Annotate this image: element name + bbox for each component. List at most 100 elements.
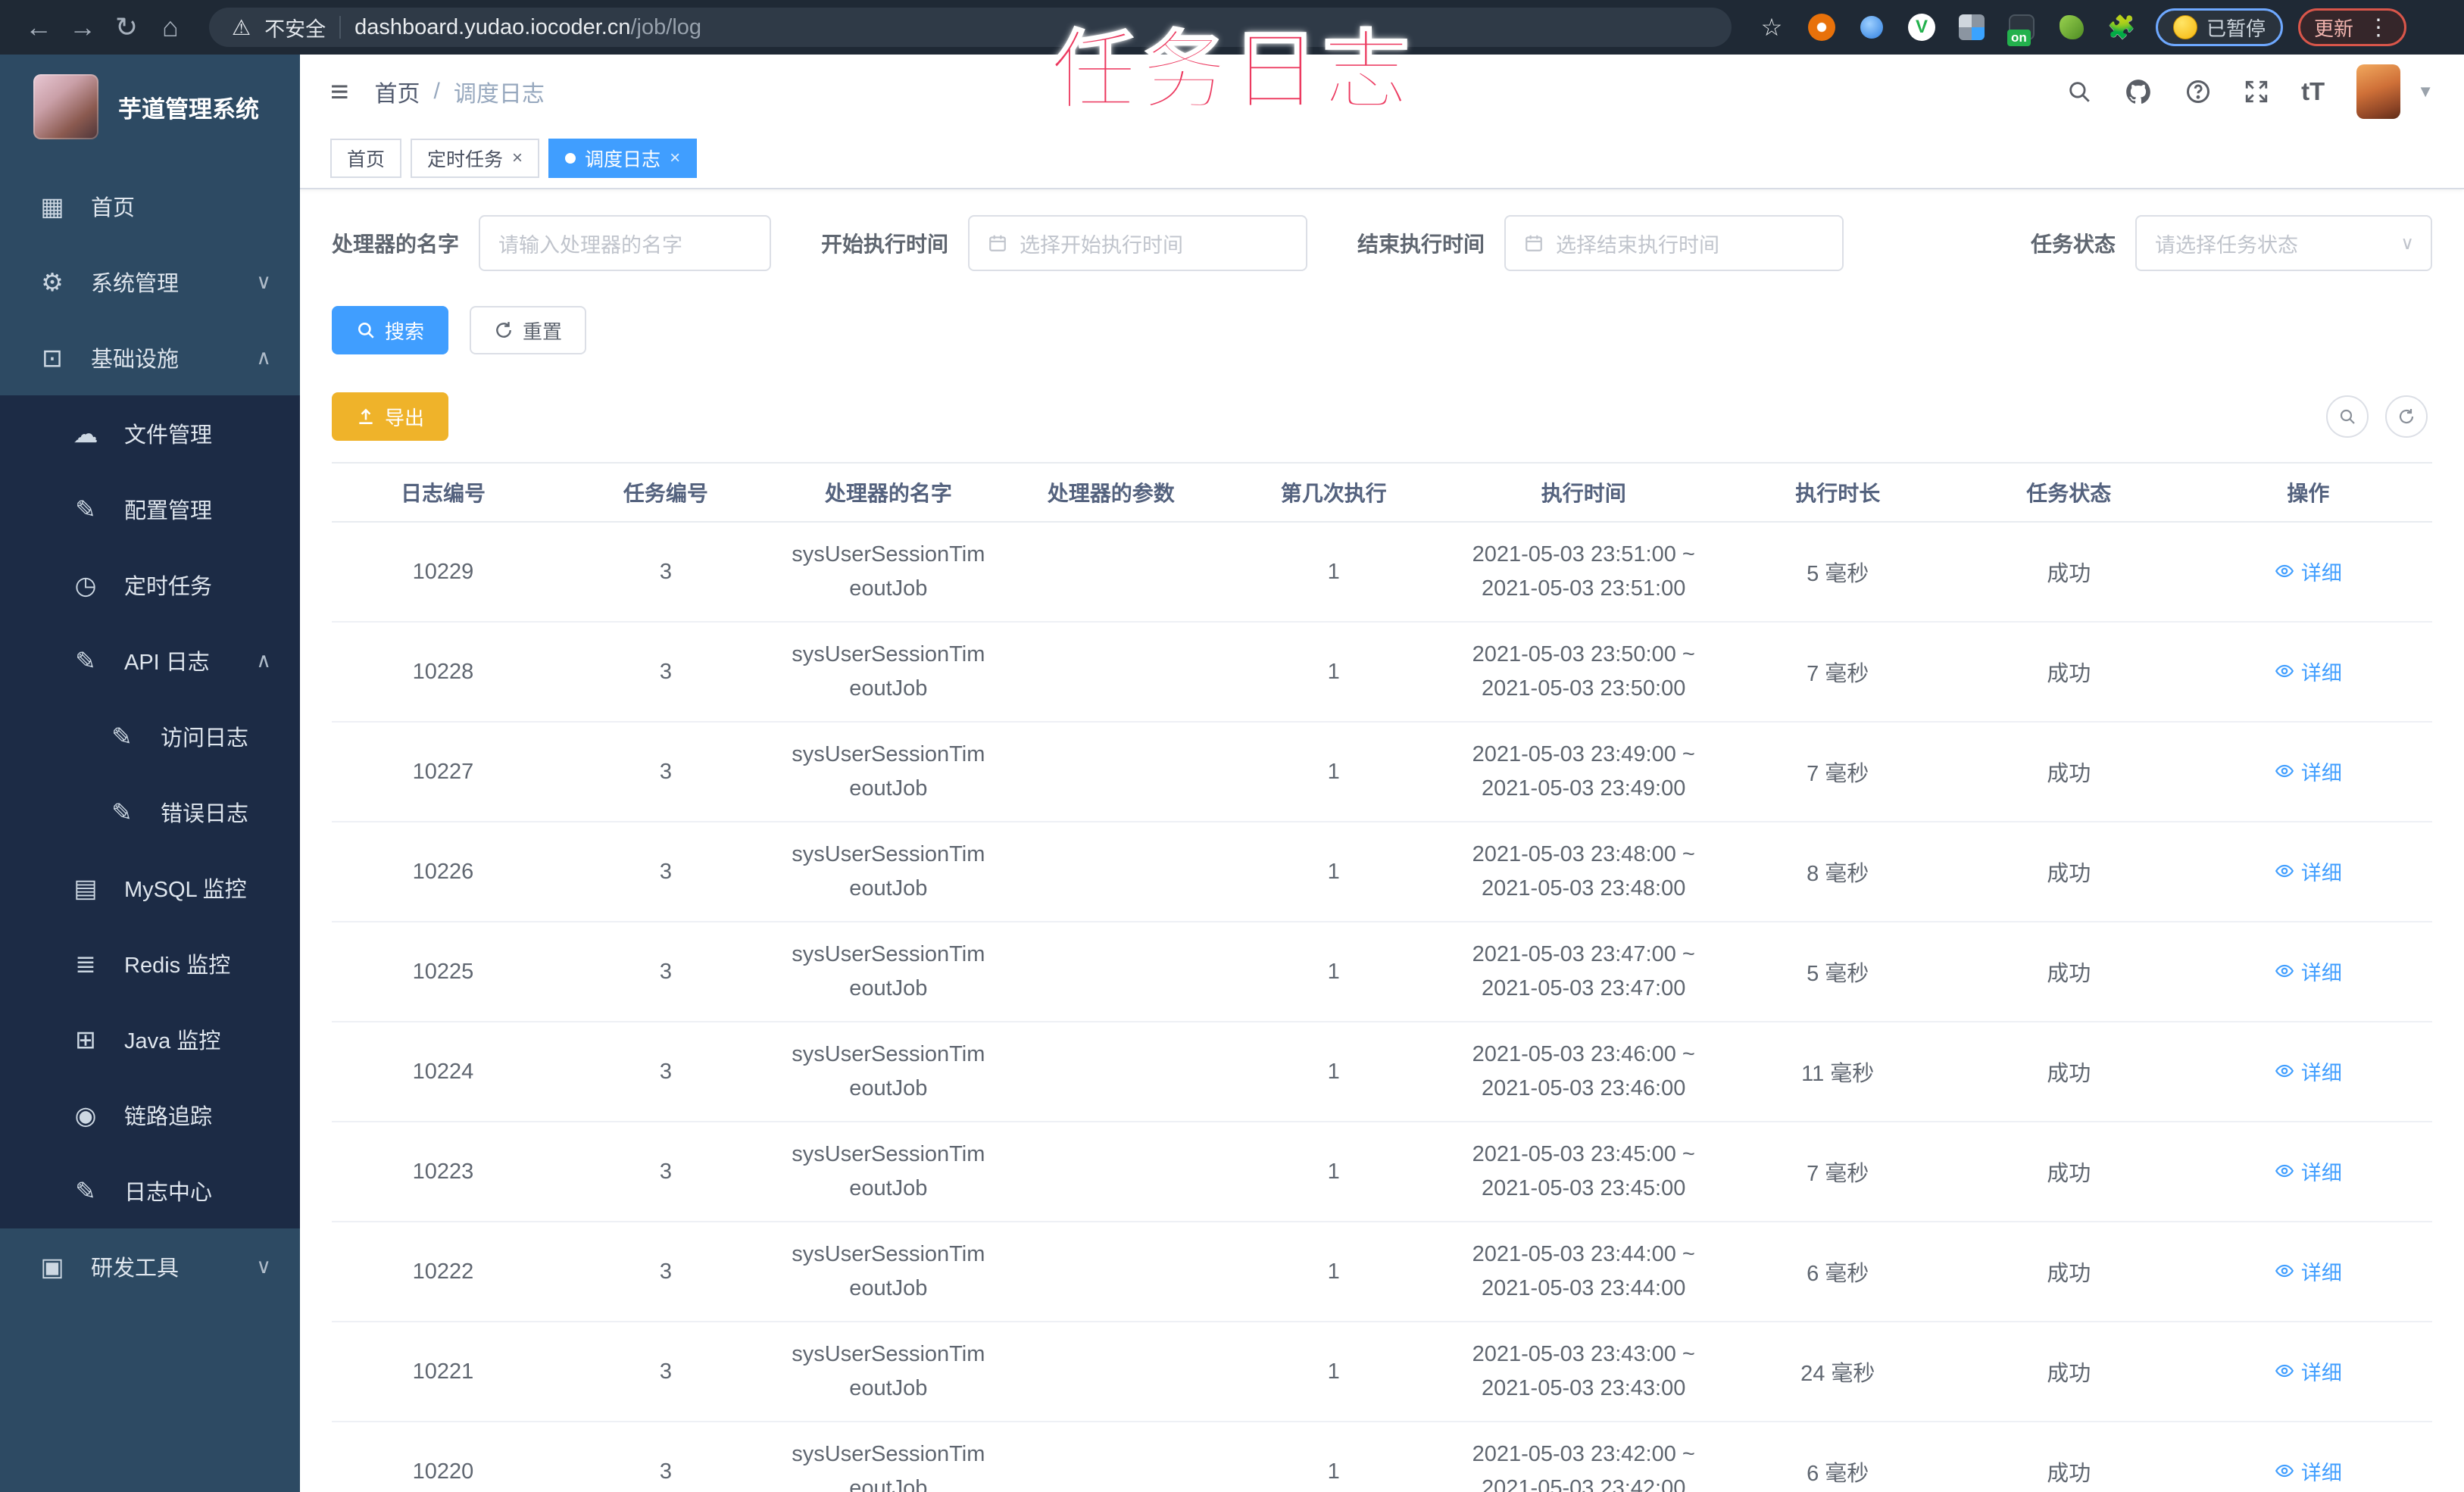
filter-label: 结束执行时间 xyxy=(1357,233,1485,256)
sidebar-item-8[interactable]: ✎ 访问日志 xyxy=(0,698,300,774)
avatar[interactable] xyxy=(2356,64,2401,119)
tab-3[interactable]: 调度日志 × xyxy=(548,139,698,178)
detail-link[interactable]: 详细 xyxy=(2275,757,2342,786)
sidebar-item-2[interactable]: ⚙ 系统管理 ∨ xyxy=(0,244,300,320)
green-leaf-extension[interactable] xyxy=(2056,11,2088,43)
browser-back-icon[interactable]: ← xyxy=(17,11,61,43)
on-badge-extension[interactable]: on xyxy=(2006,11,2038,46)
cell-execute-index: 1 xyxy=(1222,622,1445,723)
sidebar-item-15[interactable]: ▣ 研发工具 ∨ xyxy=(0,1228,300,1304)
sidebar-item-1[interactable]: ▦ 首页 xyxy=(0,168,300,244)
tab-2[interactable]: 定时任务 × xyxy=(411,139,540,178)
handler-name-input[interactable]: 请输入处理器的名字 xyxy=(479,215,772,271)
detail-link[interactable]: 详细 xyxy=(2275,957,2342,986)
status-select[interactable]: 请选择任务状态 ∨ xyxy=(2135,215,2432,271)
sidebar-item-10[interactable]: ▤ MySQL 监控 xyxy=(0,850,300,925)
address-bar[interactable]: ⚠ 不安全 dashboard.yudao.iocoder.cn/job/log xyxy=(209,8,1732,47)
tab-bar: 首页 定时任务 × 调度日志 × xyxy=(300,129,2464,189)
table-row: 10222 3 sysUserSessionTim eoutJob 1 2021-05-0… xyxy=(332,1222,2432,1322)
sidebar-item-4[interactable]: ☁ 文件管理 xyxy=(0,395,300,471)
puzzle-extension[interactable]: 🧩 xyxy=(2106,11,2138,43)
show-search-icon[interactable] xyxy=(2326,395,2369,438)
close-tab-icon[interactable]: × xyxy=(512,148,523,169)
browser-home-icon[interactable]: ⌂ xyxy=(148,11,192,43)
app-logo-row[interactable]: 芋道管理系统 xyxy=(0,55,300,158)
paused-badge[interactable]: 已暂停 xyxy=(2156,8,2284,46)
cell-handler-name: sysUserSessionTim eoutJob xyxy=(776,1222,1000,1322)
help-icon[interactable] xyxy=(2184,78,2212,105)
cell-status: 成功 xyxy=(1953,922,2184,1022)
breadcrumb-home[interactable]: 首页 xyxy=(375,75,420,108)
green-v-extension[interactable]: V xyxy=(1906,11,1938,43)
sidebar-item-13[interactable]: ◉ 链路追踪 xyxy=(0,1077,300,1153)
reset-button[interactable]: 重置 xyxy=(470,306,587,354)
cell-job-id: 3 xyxy=(554,1422,777,1492)
grid-extension[interactable] xyxy=(1956,11,1988,43)
sidebar-item-12[interactable]: ⊞ Java 监控 xyxy=(0,1001,300,1077)
collapse-sidebar-icon[interactable]: ≡ xyxy=(330,73,349,110)
document-edit-icon: ✎ xyxy=(111,722,133,751)
detail-link[interactable]: 详细 xyxy=(2275,857,2342,886)
date-input[interactable]: 选择开始执行时间 xyxy=(968,215,1308,271)
export-button[interactable]: 导出 xyxy=(332,392,449,441)
sidebar-item-11[interactable]: ≣ Redis 监控 xyxy=(0,925,300,1001)
security-warning-icon[interactable]: ⚠ xyxy=(232,15,251,40)
github-icon[interactable] xyxy=(2124,77,2153,106)
detail-link[interactable]: 详细 xyxy=(2275,1256,2342,1286)
detail-link[interactable]: 详细 xyxy=(2275,1057,2342,1086)
chart-icon: ▤ xyxy=(73,873,98,902)
table-tools xyxy=(2326,395,2428,438)
sidebar-item-3[interactable]: ⊡ 基础设施 ∧ xyxy=(0,320,300,395)
browser-update-button[interactable]: 更新 ⋮ xyxy=(2298,8,2407,46)
cell-status: 成功 xyxy=(1953,1422,2184,1492)
cell-action: 详细 xyxy=(2184,1422,2432,1492)
sidebar-item-9[interactable]: ✎ 错误日志 xyxy=(0,774,300,850)
cell-handler-param xyxy=(999,922,1223,1022)
fullscreen-icon[interactable] xyxy=(2244,79,2269,105)
table-row: 10223 3 sysUserSessionTim eoutJob 1 2021-05-0… xyxy=(332,1122,2432,1222)
chevron-down-icon[interactable]: ▼ xyxy=(2417,82,2434,101)
sidebar-item-7[interactable]: ✎ API 日志 ∧ xyxy=(0,623,300,698)
cell-log-id: 10222 xyxy=(332,1222,554,1322)
browser-forward-icon[interactable]: → xyxy=(61,11,105,43)
cell-log-id: 10225 xyxy=(332,922,554,1022)
refresh-table-icon[interactable] xyxy=(2385,395,2428,438)
eye-icon xyxy=(2275,1061,2294,1081)
cell-status: 成功 xyxy=(1953,1122,2184,1222)
sidebar-item-5[interactable]: ✎ 配置管理 xyxy=(0,471,300,547)
sidebar-item-14[interactable]: ✎ 日志中心 xyxy=(0,1153,300,1228)
cell-job-id: 3 xyxy=(554,1322,777,1422)
filter-3: 结束执行时间 选择结束执行时间 xyxy=(1357,215,1844,271)
cell-execute-time: 2021-05-03 23:45:00 ~2021-05-03 23:45:00 xyxy=(1444,1122,1722,1222)
search-icon[interactable] xyxy=(2066,79,2092,105)
cell-execute-index: 1 xyxy=(1222,1222,1445,1322)
gear-icon: ⚙ xyxy=(41,267,64,296)
browser-menu-icon[interactable]: ⋮ xyxy=(2367,14,2391,41)
blue-extension[interactable] xyxy=(1856,11,1888,43)
edit-icon: ✎ xyxy=(75,495,96,523)
eye-icon xyxy=(2275,561,2294,581)
cell-action: 详细 xyxy=(2184,622,2432,723)
adblock-orange[interactable] xyxy=(1806,11,1838,43)
table-row: 10227 3 sysUserSessionTim eoutJob 1 2021-05-0… xyxy=(332,722,2432,822)
search-button[interactable]: 搜索 xyxy=(332,306,449,354)
filter-label: 开始执行时间 xyxy=(821,233,949,256)
log-table: 日志编号 任务编号 处理器的名字 处理器的参数 第几次执行 执行时间 执行时长 任务状态 操作 … xyxy=(332,462,2432,1492)
detail-link[interactable]: 详细 xyxy=(2275,1156,2342,1186)
bookmark-star[interactable]: ☆ xyxy=(1756,11,1788,43)
cell-action: 详细 xyxy=(2184,922,2432,1022)
date-input[interactable]: 选择结束执行时间 xyxy=(1504,215,1844,271)
detail-link[interactable]: 详细 xyxy=(2275,657,2342,686)
close-tab-icon[interactable]: × xyxy=(670,148,680,169)
cell-handler-param xyxy=(999,722,1223,822)
sidebar-item-6[interactable]: ◷ 定时任务 xyxy=(0,547,300,623)
font-size-icon[interactable]: tT xyxy=(2301,77,2325,106)
browser-reload-icon[interactable]: ↻ xyxy=(105,11,148,43)
table-header-row: 日志编号 任务编号 处理器的名字 处理器的参数 第几次执行 执行时间 执行时长 任务状态 操作 xyxy=(332,462,2432,523)
tab-1[interactable]: 首页 xyxy=(330,139,402,178)
detail-link[interactable]: 详细 xyxy=(2275,1356,2342,1386)
detail-link[interactable]: 详细 xyxy=(2275,557,2342,586)
detail-link[interactable]: 详细 xyxy=(2275,1456,2342,1486)
column-header: 执行时间 xyxy=(1444,462,1722,523)
table-row: 10221 3 sysUserSessionTim eoutJob 1 2021-05-0… xyxy=(332,1322,2432,1422)
